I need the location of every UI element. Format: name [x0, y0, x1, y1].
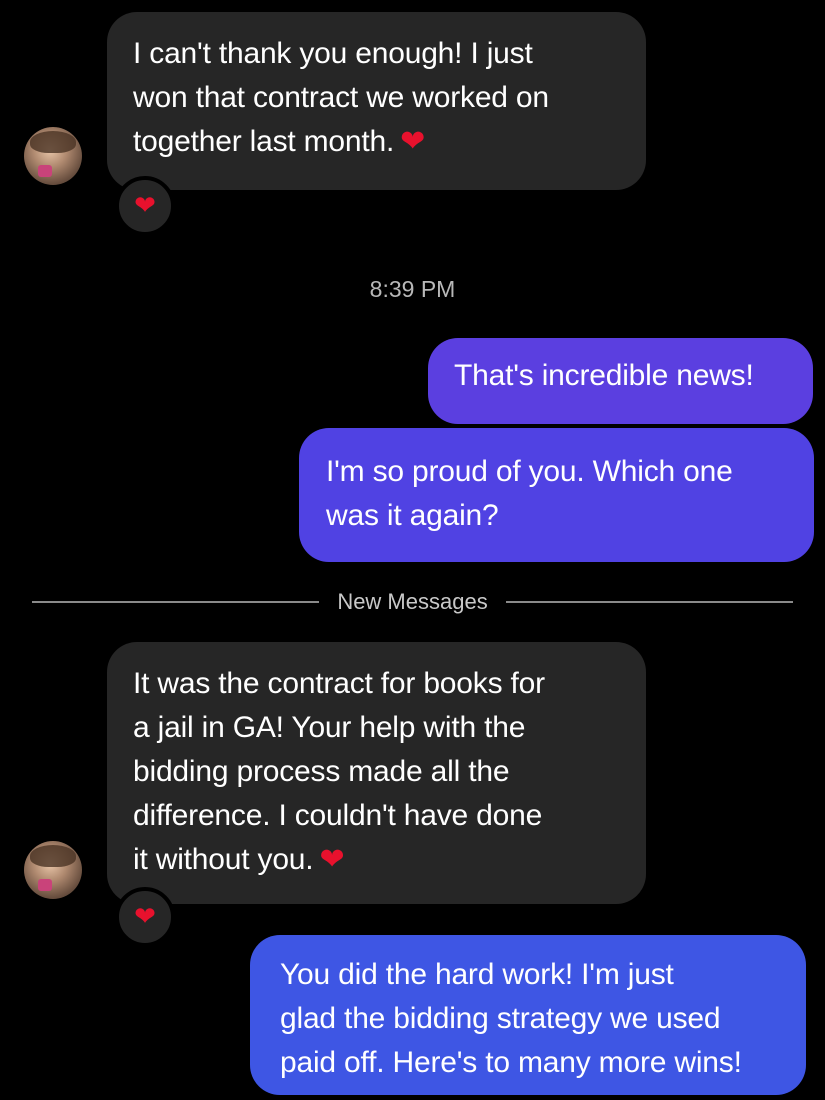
contact-avatar[interactable]	[24, 127, 82, 185]
avatar-photo-detail	[38, 165, 52, 177]
message-bubble-outgoing[interactable]: I'm so proud of you. Which one was it ag…	[299, 428, 814, 562]
message-line: I can't thank you enough! I just	[133, 37, 533, 70]
message-line: bidding process made all the	[133, 755, 510, 788]
message-bubble-incoming[interactable]: I can't thank you enough! I just won tha…	[107, 12, 646, 190]
heart-icon: ❤	[134, 191, 156, 221]
heart-icon: ❤	[134, 902, 156, 932]
message-line: You did the hard work! I'm just	[280, 958, 674, 991]
message-line: was it again?	[326, 499, 499, 532]
message-line: I'm so proud of you. Which one	[326, 455, 733, 488]
message-line: it without you.	[133, 843, 314, 876]
avatar-photo-detail	[30, 845, 76, 867]
message-line: a jail in GA! Your help with the	[133, 711, 526, 744]
message-line: difference. I couldn't have done	[133, 799, 543, 832]
contact-avatar[interactable]	[24, 841, 82, 899]
message-bubble-outgoing[interactable]: That's incredible news!	[428, 338, 813, 424]
divider-line	[32, 601, 320, 603]
heart-emoji: ❤	[319, 842, 345, 877]
message-line: That's incredible news!	[454, 359, 754, 392]
message-bubble-incoming[interactable]: It was the contract for books for a jail…	[107, 642, 646, 904]
heart-emoji: ❤	[400, 124, 426, 159]
message-line: paid off. Here's to many more wins!	[280, 1046, 742, 1079]
message-line: It was the contract for books for	[133, 667, 545, 700]
heart-reaction-badge[interactable]: ❤	[115, 887, 175, 947]
divider-label: New Messages	[337, 589, 488, 614]
message-line: won that contract we worked on	[133, 81, 549, 114]
message-line: glad the bidding strategy we used	[280, 1002, 721, 1035]
avatar-photo-detail	[30, 131, 76, 153]
divider-line	[505, 601, 794, 603]
message-line: together last month.	[133, 125, 395, 158]
new-messages-divider: New Messages	[32, 588, 794, 616]
heart-reaction-badge[interactable]: ❤	[115, 176, 175, 236]
message-timestamp: 8:39 PM	[369, 276, 456, 302]
message-bubble-outgoing[interactable]: You did the hard work! I'm just glad the…	[250, 935, 806, 1095]
avatar-photo-detail	[38, 879, 52, 891]
